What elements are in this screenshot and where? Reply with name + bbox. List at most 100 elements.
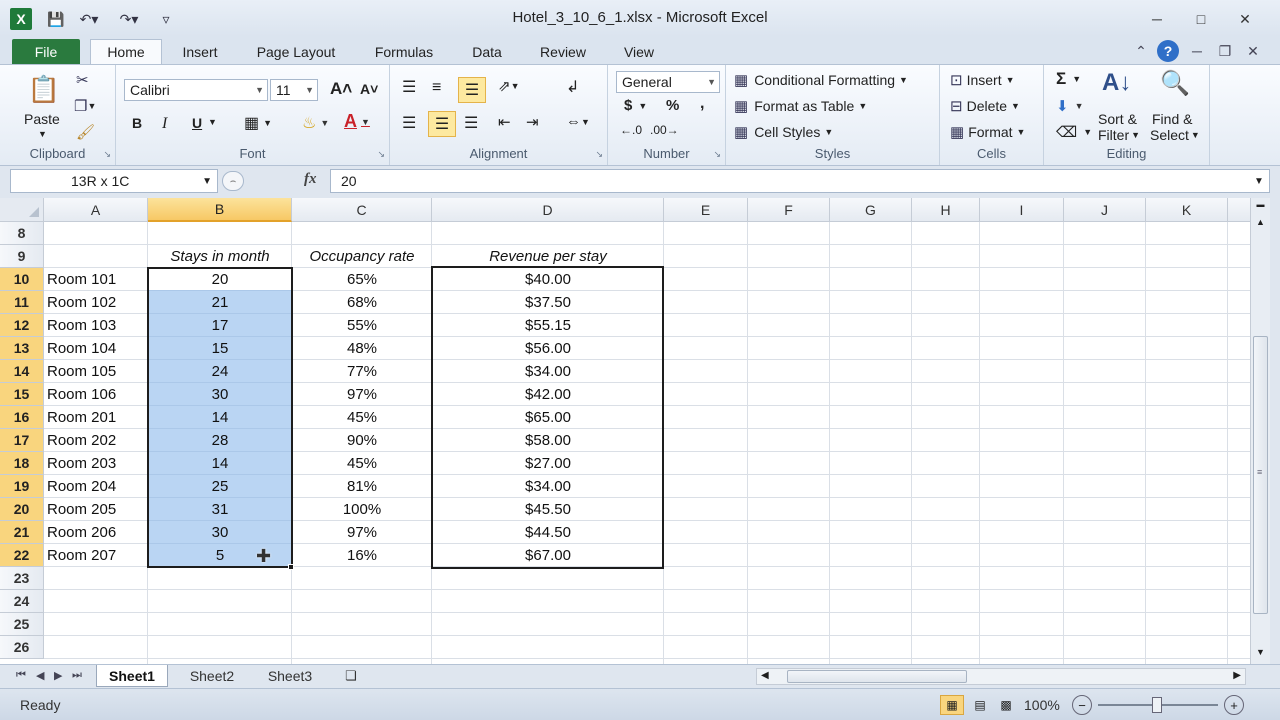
- row-header-10[interactable]: 10: [0, 268, 44, 291]
- cell-room-name[interactable]: Room 106: [45, 383, 147, 406]
- row-header-9[interactable]: 9: [0, 245, 44, 268]
- row-header-22[interactable]: 22: [0, 544, 44, 567]
- cell-revenue[interactable]: $34.00: [432, 360, 664, 383]
- cell-occupancy[interactable]: 68%: [292, 291, 432, 314]
- row-header-19[interactable]: 19: [0, 475, 44, 498]
- row-header-21[interactable]: 21: [0, 521, 44, 544]
- cell-revenue[interactable]: $34.00: [432, 475, 664, 498]
- row-header-18[interactable]: 18: [0, 452, 44, 475]
- sort-filter-button[interactable]: Sort &: [1098, 111, 1137, 127]
- underline-button[interactable]: U: [192, 115, 202, 131]
- name-box[interactable]: 13R x 1C ▼: [10, 169, 218, 193]
- column-header-b[interactable]: B: [148, 198, 292, 222]
- cell-revenue[interactable]: $45.50: [432, 498, 664, 521]
- cell-revenue[interactable]: $42.00: [432, 383, 664, 406]
- currency-button[interactable]: $ ▼: [624, 97, 647, 114]
- cell-room-name[interactable]: Room 202: [45, 429, 147, 452]
- cell-room-name[interactable]: Room 207: [45, 544, 147, 567]
- cell-room-name[interactable]: Room 205: [45, 498, 147, 521]
- sheet-tab-sheet3[interactable]: Sheet3: [254, 665, 326, 687]
- row-header-23[interactable]: 23: [0, 567, 44, 590]
- cell-occupancy[interactable]: 81%: [292, 475, 432, 498]
- cell-occupancy[interactable]: 48%: [292, 337, 432, 360]
- cell-occupancy[interactable]: 65%: [292, 268, 432, 291]
- page-break-view-icon[interactable]: ▩: [994, 695, 1018, 715]
- sort-filter-icon[interactable]: A↓: [1102, 69, 1131, 97]
- alignment-launcher-icon[interactable]: ↘: [595, 149, 603, 160]
- underline-dropdown-icon[interactable]: ▼: [208, 117, 217, 127]
- cell-occupancy[interactable]: 97%: [292, 383, 432, 406]
- tab-page-layout[interactable]: Page Layout: [246, 39, 346, 64]
- font-size-select[interactable]: 11 ▼: [270, 79, 318, 101]
- cell-room-name[interactable]: Room 101: [45, 268, 147, 291]
- scroll-left-icon[interactable]: ◀: [761, 670, 769, 681]
- orientation-icon[interactable]: ⇗ ▼: [498, 77, 520, 95]
- cell-revenue[interactable]: $65.00: [432, 406, 664, 429]
- cell-revenue[interactable]: $56.00: [432, 337, 664, 360]
- header-stays[interactable]: Stays in month: [148, 245, 292, 268]
- cell-occupancy[interactable]: 45%: [292, 452, 432, 475]
- row-header-11[interactable]: 11: [0, 291, 44, 314]
- doc-close-icon[interactable]: ✕: [1242, 40, 1264, 62]
- zoom-level[interactable]: 100%: [1024, 697, 1060, 713]
- align-right-icon[interactable]: ☰: [464, 113, 478, 133]
- row-header-13[interactable]: 13: [0, 337, 44, 360]
- column-header-e[interactable]: E: [664, 198, 748, 222]
- tab-insert[interactable]: Insert: [170, 39, 230, 64]
- cell-stays[interactable]: 14: [148, 406, 292, 429]
- header-revenue[interactable]: Revenue per stay: [432, 245, 664, 268]
- cell-stays[interactable]: 14: [148, 452, 292, 475]
- percent-button[interactable]: %: [666, 97, 679, 114]
- worksheet-grid[interactable]: A B C D E F G H I J K 8 9 10 11 12 13 14…: [0, 198, 1250, 664]
- row-header-24[interactable]: 24: [0, 590, 44, 613]
- column-header-c[interactable]: C: [292, 198, 432, 222]
- column-header-g[interactable]: G: [830, 198, 912, 222]
- page-layout-view-icon[interactable]: ▤: [968, 695, 992, 715]
- cell-revenue[interactable]: $40.00: [432, 268, 664, 291]
- format-as-table-button[interactable]: ▦ Format as Table ▼: [734, 97, 867, 115]
- cell-stays[interactable]: 30: [148, 521, 292, 544]
- zoom-out-icon[interactable]: −: [1072, 695, 1092, 715]
- scroll-up-icon[interactable]: ▲: [1253, 214, 1268, 230]
- cell-room-name[interactable]: Room 104: [45, 337, 147, 360]
- prev-sheet-icon[interactable]: ◀: [36, 669, 44, 682]
- normal-view-icon[interactable]: ▦: [940, 695, 964, 715]
- row-header-25[interactable]: 25: [0, 613, 44, 636]
- row-header-15[interactable]: 15: [0, 383, 44, 406]
- row-header-20[interactable]: 20: [0, 498, 44, 521]
- fill-icon[interactable]: ⬇ ▼: [1056, 97, 1084, 115]
- column-header-i[interactable]: I: [980, 198, 1064, 222]
- grow-font-icon[interactable]: A˄: [330, 79, 352, 99]
- scroll-right-icon[interactable]: ▶: [1233, 670, 1241, 681]
- column-header-d[interactable]: D: [432, 198, 664, 222]
- insert-function-icon[interactable]: fx: [304, 171, 317, 188]
- paste-button[interactable]: Paste: [24, 111, 60, 127]
- align-middle-icon[interactable]: ≡: [432, 79, 441, 97]
- cell-occupancy[interactable]: 100%: [292, 498, 432, 521]
- cell-revenue[interactable]: $37.50: [432, 291, 664, 314]
- decrease-decimal-icon[interactable]: .00→: [650, 123, 679, 137]
- cell-stays[interactable]: 20: [148, 268, 292, 291]
- cell-occupancy[interactable]: 77%: [292, 360, 432, 383]
- horizontal-scrollbar[interactable]: ◀ ▶: [756, 668, 1246, 685]
- column-header-a[interactable]: A: [44, 198, 148, 222]
- increase-decimal-icon[interactable]: ←.0: [620, 123, 642, 137]
- increase-indent-icon[interactable]: ⇥: [526, 113, 539, 131]
- merge-center-icon[interactable]: ⇔ ▼: [566, 113, 590, 130]
- cell-stays[interactable]: 25: [148, 475, 292, 498]
- cut-icon[interactable]: ✂: [76, 71, 89, 89]
- vertical-scroll-thumb[interactable]: ≡: [1253, 336, 1268, 614]
- clear-icon[interactable]: ⌫ ▼: [1056, 123, 1092, 141]
- row-header-8[interactable]: 8: [0, 222, 44, 245]
- cell-styles-button[interactable]: ▦ Cell Styles ▼: [734, 123, 833, 141]
- cell-occupancy[interactable]: 55%: [292, 314, 432, 337]
- header-occupancy[interactable]: Occupancy rate: [292, 245, 432, 268]
- wrap-text-icon[interactable]: ↲: [566, 77, 579, 97]
- scroll-down-icon[interactable]: ▼: [1253, 644, 1268, 660]
- row-header-17[interactable]: 17: [0, 429, 44, 452]
- paste-icon[interactable]: 📋: [24, 71, 64, 107]
- vertical-scrollbar[interactable]: ▬ ▲ ≡ ▼: [1250, 198, 1270, 664]
- horizontal-scroll-thumb[interactable]: [787, 670, 967, 683]
- font-name-select[interactable]: Calibri ▼: [124, 79, 268, 101]
- italic-button[interactable]: I: [162, 115, 167, 133]
